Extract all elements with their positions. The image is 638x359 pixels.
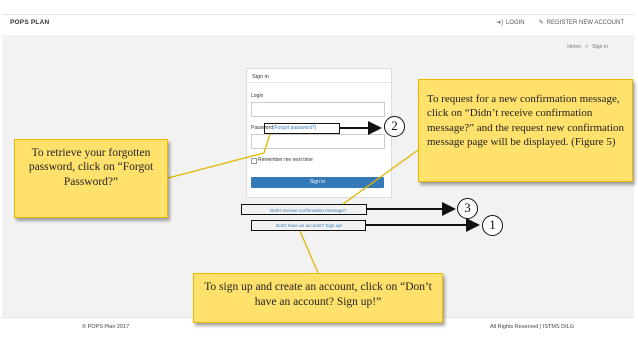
forgot-callout-leader-2 [263, 133, 271, 154]
signup-callout: To sign up and create an account, click … [193, 273, 443, 323]
screenshot-frame: POPS PLAN ➜] LOGIN ✎ REGISTER NEW ACCOUN… [0, 0, 638, 359]
forgot-password-callout: To retrieve your forgotten password, cli… [14, 139, 168, 218]
signup-callout-leader [299, 230, 319, 274]
marker-1: 1 [482, 215, 503, 236]
resend-confirmation-callout: To request for a new confirmation messag… [418, 79, 633, 182]
marker-2: 2 [384, 116, 405, 137]
forgot-callout-leader [167, 152, 265, 179]
marker-3: 3 [457, 198, 478, 219]
resend-callout-leader [342, 149, 419, 205]
